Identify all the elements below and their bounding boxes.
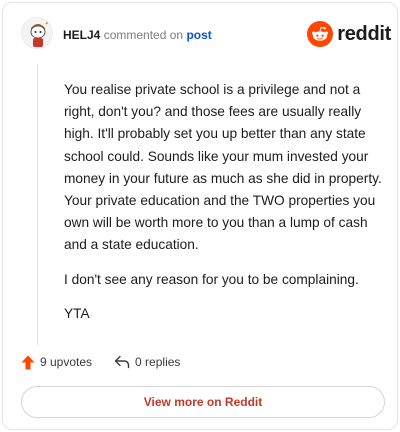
upvote-button[interactable]: 9 upvotes <box>21 355 92 370</box>
comment-body: You realise private school is a privileg… <box>64 79 382 337</box>
reddit-logo[interactable]: reddit <box>307 21 391 47</box>
view-more-button[interactable]: View more on Reddit <box>21 386 385 418</box>
byline: HELJ4 commented on post <box>63 28 212 42</box>
comment-card: HELJ4 commented on post reddit You reali… <box>2 2 398 430</box>
comment-actions: 9 upvotes 0 replies <box>21 352 202 372</box>
upvote-arrow-icon <box>21 355 35 369</box>
comment-header: HELJ4 commented on post reddit <box>21 17 391 57</box>
comment-paragraph: YTA <box>64 305 90 321</box>
avatar[interactable] <box>21 17 53 49</box>
reply-button[interactable]: 0 replies <box>114 355 180 369</box>
thread-line <box>37 65 38 345</box>
post-link[interactable]: post <box>186 28 211 42</box>
reddit-wordmark: reddit <box>337 22 391 45</box>
comment-paragraph: You realise private school is a privileg… <box>64 82 382 253</box>
reddit-logo-icon <box>307 21 334 47</box>
username[interactable]: HELJ4 <box>63 28 100 42</box>
upvote-count: 9 upvotes <box>40 355 93 369</box>
avatar-snoo-icon <box>30 20 50 47</box>
comment-paragraph: I don't see any reason for you to be com… <box>64 271 359 287</box>
reply-arrow-icon <box>114 355 130 369</box>
reply-count: 0 replies <box>135 355 181 369</box>
byline-verb: commented on <box>103 28 184 42</box>
